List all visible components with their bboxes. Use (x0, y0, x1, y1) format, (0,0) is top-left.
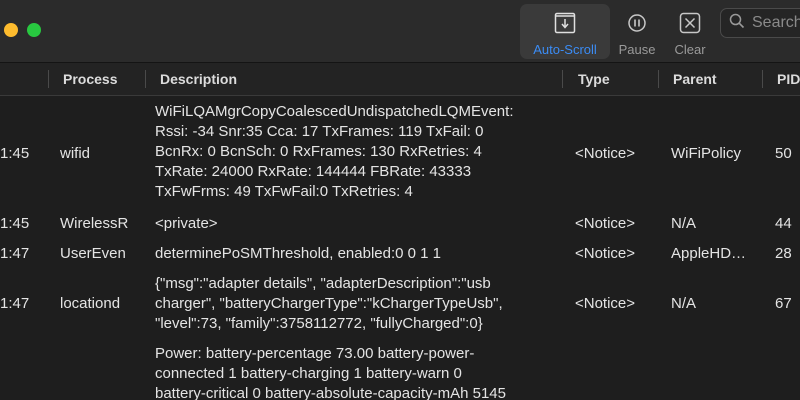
pause-button[interactable]: Pause (612, 4, 662, 59)
table-row[interactable]: 1:45 wifid WiFiLQAMgrCopyCoalescedUndisp… (0, 96, 800, 212)
search-field[interactable]: Search (720, 8, 800, 38)
minimize-window-button[interactable] (4, 23, 18, 37)
pid-cell: 67 (775, 295, 792, 312)
pause-icon (624, 10, 650, 36)
parent-cell: AppleHD… (671, 245, 747, 262)
description-cell: WiFiLQAMgrCopyCoalescedUndispatchedLQMEv… (155, 103, 514, 200)
time-cell: 1:47 (0, 295, 30, 312)
clear-icon (677, 10, 703, 36)
search-icon (729, 13, 745, 34)
column-header-process[interactable]: Process (63, 63, 117, 95)
column-separator[interactable] (658, 70, 659, 88)
parent-cell: WiFiPolicy (671, 145, 741, 162)
column-separator[interactable] (762, 70, 763, 88)
search-placeholder: Search (752, 14, 800, 31)
toolbar: Auto-Scroll Pause Clear Search (0, 0, 800, 62)
description-cell: determinePoSMThreshold, enabled:0 0 1 1 (155, 245, 442, 262)
time-cell: 1:45 (0, 215, 30, 232)
pause-label: Pause (618, 42, 656, 57)
clear-button[interactable]: Clear (665, 4, 715, 59)
type-cell: <Notice> (575, 295, 636, 312)
table-row[interactable]: Power: battery-percentage 73.00 battery-… (0, 338, 800, 400)
type-cell: <Notice> (575, 145, 636, 162)
column-header-type[interactable]: Type (578, 63, 610, 95)
type-cell: <Notice> (575, 215, 636, 232)
auto-scroll-button[interactable]: Auto-Scroll (520, 4, 610, 59)
log-table: 1:45 wifid WiFiLQAMgrCopyCoalescedUndisp… (0, 96, 800, 400)
auto-scroll-label: Auto-Scroll (533, 42, 597, 57)
pid-cell: 50 (775, 145, 792, 162)
process-cell: UserEven (60, 245, 126, 262)
zoom-window-button[interactable] (27, 23, 41, 37)
column-separator[interactable] (562, 70, 563, 88)
pid-cell: 44 (775, 215, 792, 232)
description-cell: {"msg":"adapter details", "adapterDescri… (155, 275, 503, 332)
clear-label: Clear (674, 42, 706, 57)
description-cell: Power: battery-percentage 73.00 battery-… (155, 345, 506, 400)
time-cell: 1:47 (0, 245, 30, 262)
column-separator[interactable] (145, 70, 146, 88)
table-row[interactable]: 1:47 UserEven determinePoSMThreshold, en… (0, 238, 800, 268)
table-row[interactable]: 1:47 locationd {"msg":"adapter details",… (0, 268, 800, 338)
process-cell: locationd (60, 295, 121, 312)
column-header-description[interactable]: Description (160, 63, 237, 95)
column-header-pid[interactable]: PID (777, 63, 800, 95)
arrow-down-to-line-icon (552, 10, 578, 36)
column-header: Process Description Type Parent PID (0, 62, 800, 96)
type-cell: <Notice> (575, 245, 636, 262)
column-separator[interactable] (48, 70, 49, 88)
column-header-parent[interactable]: Parent (673, 63, 717, 95)
parent-cell: N/A (671, 295, 697, 312)
parent-cell: N/A (671, 215, 697, 232)
pid-cell: 28 (775, 245, 792, 262)
time-cell: 1:45 (0, 145, 30, 162)
table-row[interactable]: 1:45 WirelessR <private> <Notice> N/A 44 (0, 212, 800, 238)
description-cell: <private> (155, 215, 218, 232)
process-cell: WirelessR (60, 215, 129, 232)
process-cell: wifid (60, 145, 91, 162)
